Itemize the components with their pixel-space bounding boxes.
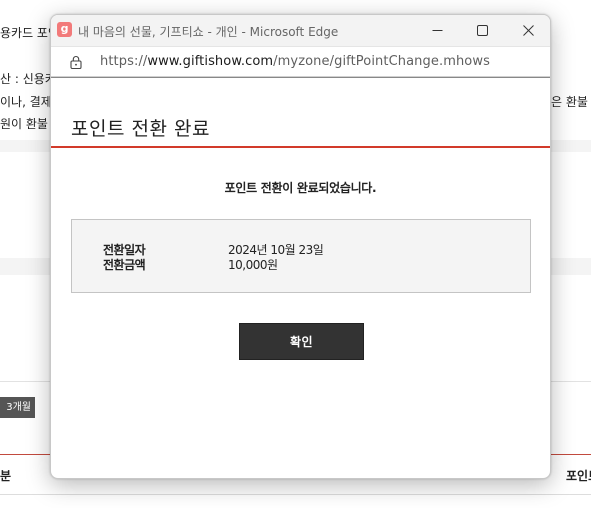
info-row-amount: 전환금액 10,000원 (72, 258, 530, 272)
url-path: /myzone/giftPointChange.mhows (273, 54, 490, 69)
url-prefix: https:// (100, 54, 148, 69)
popup-window: g 내 마음의 선물, 기프티쇼 - 개인 - Microsoft Edge h… (50, 14, 551, 479)
window-titlebar[interactable]: g 내 마음의 선물, 기프티쇼 - 개인 - Microsoft Edge (51, 15, 550, 46)
info-label-amount: 전환금액 (103, 258, 146, 272)
bg-table-header-left: 분 (0, 469, 12, 483)
info-row-date: 전환일자 2024년 10월 23일 (72, 243, 530, 257)
conversion-info-box: 전환일자 2024년 10월 23일 전환금액 10,000원 (71, 219, 531, 293)
maximize-icon (476, 25, 488, 36)
address-bar-divider (51, 77, 550, 78)
minimize-button[interactable] (414, 15, 460, 46)
bg-period-chip[interactable]: 3개월 (0, 397, 35, 418)
confirm-button[interactable]: 확인 (239, 323, 364, 360)
bg-table-header-rule (0, 494, 591, 495)
window-title: 내 마음의 선물, 기프티쇼 - 개인 - Microsoft Edge (78, 25, 339, 39)
bg-text-line-3: 이나, 결제 (0, 95, 52, 109)
info-value-date: 2024년 10월 23일 (228, 243, 324, 257)
bg-text-line-2: 산 : 신용카 (0, 72, 56, 86)
completion-message: 포인트 전환이 완료되었습니다. (224, 181, 377, 195)
close-button[interactable] (505, 15, 550, 46)
info-value-amount: 10,000원 (228, 258, 278, 272)
address-bar[interactable]: https://www.giftishow.com/myzone/giftPoi… (51, 46, 550, 77)
url-host: www.giftishow.com (147, 54, 274, 69)
lock-icon (70, 56, 82, 69)
url-text[interactable]: https://www.giftishow.com/myzone/giftPoi… (100, 54, 490, 69)
title-accent-rule (51, 146, 550, 148)
minimize-icon (432, 30, 442, 31)
close-icon (522, 25, 534, 36)
bg-text-line-3-right: 은 환불 대 (551, 95, 591, 109)
popup-title: 포인트 전환 완료 (71, 118, 210, 140)
bg-table-header-right: 포인트 (566, 469, 591, 483)
info-label-date: 전환일자 (103, 243, 146, 257)
app-icon: g (57, 22, 72, 37)
maximize-button[interactable] (459, 15, 505, 46)
